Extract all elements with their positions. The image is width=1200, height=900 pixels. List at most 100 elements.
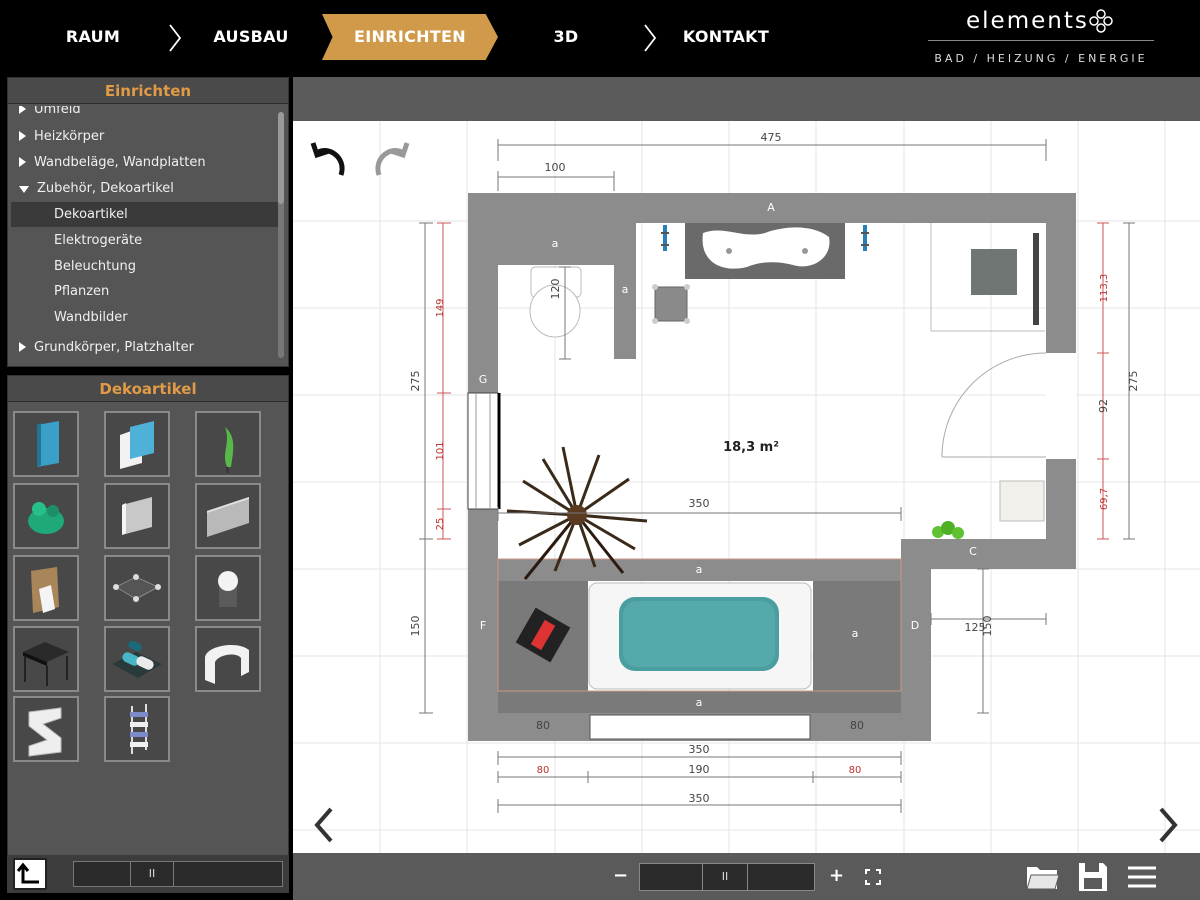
tile-round-table[interactable] — [104, 555, 170, 621]
fullscreen-icon[interactable] — [865, 869, 881, 885]
corner-arrow-icon — [16, 862, 39, 884]
undo-icon[interactable] — [310, 142, 345, 176]
save-disk-icon[interactable] — [1077, 861, 1109, 893]
nav-step-ausbau[interactable]: AUSBAU — [205, 14, 297, 60]
cylinder-lamp-icon — [218, 571, 238, 607]
tree-item-pflanzen[interactable]: Pflanzen — [11, 279, 279, 304]
top-navigation: RAUM AUSBAU EINRICHTEN 3D KONTAKT elemen… — [0, 0, 1200, 76]
dim-inner-width: 350 — [689, 497, 710, 510]
chevron-right-icon — [644, 24, 657, 52]
tile-tissue-box[interactable] — [13, 555, 79, 621]
blue-panel-icon — [37, 421, 59, 467]
wall-label-d: D — [911, 619, 919, 632]
left-pager-handle[interactable]: II — [130, 862, 174, 886]
category-panel-title: Einrichten — [8, 78, 288, 104]
tree-item-umfeld[interactable]: Umfeld — [11, 106, 279, 122]
z-stand-icon — [28, 707, 62, 757]
brand-divider — [928, 40, 1154, 41]
scrollbar-thumb[interactable] — [278, 112, 284, 204]
dim-right-door: 92 — [1097, 399, 1110, 413]
dim-right-notch-width: 125 — [965, 621, 986, 634]
collapse-triangle-icon — [19, 186, 29, 193]
tile-grey-panel[interactable] — [104, 483, 170, 549]
floorplan-canvas[interactable]: 18,3 m² A a a G C a F a D a 475 100 275 … — [293, 121, 1200, 853]
category-tree[interactable]: Umfeld Heizkörper Wandbeläge, Wandplatte… — [11, 106, 279, 361]
brand-diamond-icon — [1089, 9, 1113, 33]
tree-item-dekoartikel[interactable]: Dekoartikel — [11, 202, 279, 227]
tile-green-frog[interactable] — [13, 483, 79, 549]
tree-item-zubehoer[interactable]: Zubehör, Dekoartikel — [11, 176, 279, 201]
bathtub[interactable] — [588, 582, 812, 690]
dim-left-lower: 25 — [435, 518, 446, 531]
redo-icon[interactable] — [375, 142, 410, 176]
nav-step-3d[interactable]: 3D — [538, 14, 594, 60]
towel-rail-left[interactable] — [661, 225, 669, 251]
expand-triangle-icon — [19, 157, 26, 167]
tile-towel-ladder[interactable] — [104, 696, 170, 762]
dim-bottom-a: 350 — [689, 743, 710, 756]
dim-bottom-in-left: 80 — [536, 719, 550, 732]
zoom-slider-handle[interactable]: II — [702, 864, 748, 890]
tile-blue-panel[interactable] — [13, 411, 79, 477]
wall-label-a-wc: a — [552, 237, 559, 250]
nav-step-kontakt[interactable]: KONTAKT — [676, 14, 776, 60]
tree-item-grundkoerper[interactable]: Grundkörper, Platzhalter — [11, 335, 279, 360]
tree-item-heizkoerper[interactable]: Heizkörper — [11, 124, 279, 149]
category-scrollbar[interactable] — [278, 112, 284, 358]
white-blue-box-icon — [120, 421, 154, 469]
dim-wc-depth: 120 — [549, 279, 562, 300]
left-pager[interactable]: II — [73, 861, 283, 887]
wall-label-a-tub: a — [696, 563, 703, 576]
dim-right-lower: 69,7 — [1099, 488, 1110, 510]
dim-left-mid: 101 — [435, 441, 446, 460]
dim-top-inner: 100 — [545, 161, 566, 174]
tree-item-wandbelaege[interactable]: Wandbeläge, Wandplatten — [11, 150, 279, 175]
back-to-top-button[interactable] — [13, 858, 47, 890]
zoom-out-button[interactable]: − — [613, 865, 628, 886]
cabinet-right[interactable] — [999, 480, 1045, 522]
tile-green-plant[interactable] — [195, 411, 261, 477]
window-left[interactable] — [467, 392, 501, 510]
category-panel: Einrichten Umfeld Heizkörper Wandbeläge,… — [7, 77, 289, 367]
tree-item-elektrogeraete[interactable]: Elektrogeräte — [11, 228, 279, 253]
tile-cylinder-lamp[interactable] — [195, 555, 261, 621]
towel-rail-right[interactable] — [861, 225, 869, 251]
next-arrow-icon[interactable] — [1159, 807, 1178, 843]
grey-panel-icon — [122, 497, 152, 535]
nav-step-einrichten[interactable]: EINRICHTEN — [322, 14, 498, 60]
green-frog-icon — [28, 502, 64, 534]
dim-right-upper: 113,3 — [1099, 274, 1110, 303]
tile-grey-wall-panel[interactable] — [195, 483, 261, 549]
nav-step-raum[interactable]: RAUM — [48, 14, 138, 60]
green-shrub[interactable] — [932, 521, 964, 539]
expand-triangle-icon — [19, 106, 26, 114]
tree-item-wandbilder[interactable]: Wandbilder — [11, 305, 279, 330]
items-panel-title: Dekoartikel — [8, 376, 288, 402]
tile-black-stool[interactable] — [13, 626, 79, 692]
double-sink[interactable] — [685, 223, 845, 279]
menu-icon[interactable] — [1127, 865, 1157, 889]
zoom-slider[interactable]: II — [639, 863, 815, 891]
wall-label-f: F — [480, 619, 486, 632]
folder-open-icon[interactable] — [1025, 861, 1061, 893]
wall-label-a: A — [767, 201, 775, 214]
zoom-in-button[interactable]: + — [829, 865, 844, 886]
tile-white-arch[interactable] — [195, 626, 261, 692]
small-table[interactable] — [652, 284, 690, 324]
tile-towels[interactable] — [104, 626, 170, 692]
toilet[interactable] — [529, 266, 582, 338]
area-label: 18,3 m² — [723, 440, 779, 455]
dim-bottom-height: 150 — [409, 616, 422, 637]
floorplan-svg[interactable]: 18,3 m² A a a G C a F a D a 475 100 275 … — [293, 121, 1200, 853]
expand-triangle-icon — [19, 131, 26, 141]
prev-arrow-icon[interactable] — [314, 807, 333, 843]
window-bottom[interactable] — [589, 714, 811, 740]
towels-icon — [112, 640, 162, 678]
door-right[interactable] — [941, 352, 1076, 459]
tile-white-blue-box[interactable] — [104, 411, 170, 477]
tissue-box-icon — [31, 567, 59, 613]
towel-ladder-icon — [130, 704, 148, 754]
shower-area[interactable] — [930, 223, 1045, 332]
tile-z-stand[interactable] — [13, 696, 79, 762]
tree-item-beleuchtung[interactable]: Beleuchtung — [11, 254, 279, 279]
